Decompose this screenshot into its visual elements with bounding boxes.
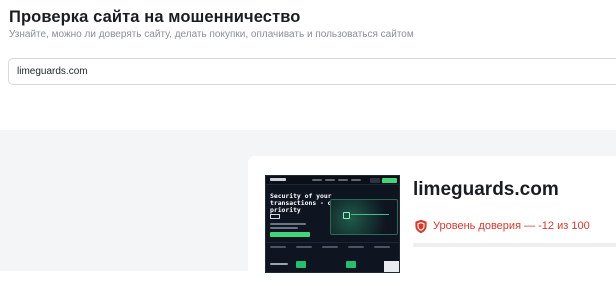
preview-graphic	[330, 199, 398, 235]
preview-card	[322, 246, 338, 248]
preview-chip	[346, 261, 356, 268]
preview-widget	[384, 261, 399, 272]
preview-chip	[296, 261, 306, 268]
result-card: Security of your transactions - our prio…	[248, 156, 616, 286]
page-subtitle: Узнайте, можно ли доверять сайту, делать…	[9, 29, 414, 40]
preview-card	[374, 246, 390, 248]
preview-cards	[266, 242, 399, 255]
preview-nav-link	[325, 179, 335, 181]
preview-card	[270, 246, 286, 248]
preview-nav-link	[312, 179, 322, 181]
preview-graphic-line	[351, 214, 389, 215]
preview-nav-button	[370, 177, 380, 183]
preview-text-line	[270, 227, 298, 229]
preview-tag	[270, 214, 280, 219]
shield-icon	[415, 219, 427, 234]
preview-nav-link	[351, 179, 361, 181]
preview-nav	[266, 176, 399, 185]
search-box[interactable]	[8, 58, 616, 85]
preview-graphic-node	[343, 212, 350, 219]
site-preview-image: Security of your transactions - our prio…	[265, 175, 400, 273]
preview-nav-link	[338, 179, 348, 181]
preview-logo	[270, 178, 286, 181]
preview-text-line	[270, 263, 288, 265]
domain-title: limeguards.com	[413, 179, 559, 200]
preview-card	[348, 246, 364, 248]
preview-nav-button	[382, 177, 397, 183]
trust-bar	[413, 243, 616, 247]
page-title: Проверка сайта на мошенничество	[9, 8, 301, 26]
trust-level: Уровень доверия — -12 из 100	[433, 220, 590, 232]
preview-text-line	[270, 223, 306, 225]
preview-card	[296, 246, 312, 248]
search-input[interactable]	[17, 59, 577, 84]
preview-cta	[270, 232, 310, 237]
